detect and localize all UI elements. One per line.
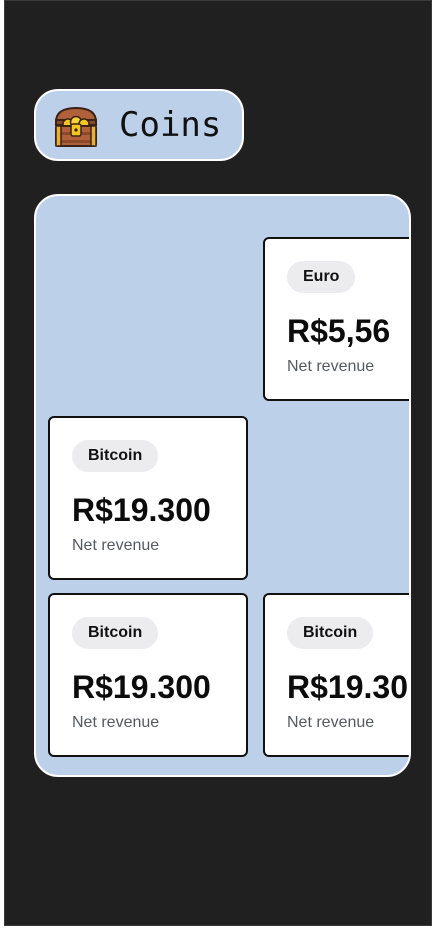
revenue-caption: Net revenue (287, 714, 375, 731)
revenue-caption: Net revenue (72, 537, 160, 554)
coin-card-bitcoin[interactable]: Bitcoin R$19.300 Net revenue (48, 416, 248, 580)
page-title-pill: Coins (34, 89, 244, 161)
currency-badge: Euro (287, 261, 356, 293)
revenue-amount: R$19.300 (287, 669, 409, 705)
revenue-amount: R$5,56 (287, 313, 391, 349)
revenue-caption: Net revenue (72, 714, 160, 731)
coin-card-euro[interactable]: Euro R$5,56 Net revenue (263, 237, 409, 401)
coin-card-bitcoin[interactable]: Bitcoin R$19.300 Net revenue (48, 593, 248, 757)
coin-card-bitcoin[interactable]: Bitcoin R$19.300 Net revenue (263, 593, 409, 757)
revenue-amount: R$19.300 (72, 492, 211, 528)
currency-badge: Bitcoin (72, 617, 159, 649)
revenue-amount: R$19.300 (72, 669, 211, 705)
app-screen: Coins Euro R$5,56 Net revenue Bitcoin R$… (4, 0, 432, 926)
currency-badge: Bitcoin (72, 440, 159, 472)
page-title: Coins (119, 105, 222, 145)
revenue-caption: Net revenue (287, 358, 375, 375)
treasure-chest-icon (54, 106, 98, 147)
coins-panel: Euro R$5,56 Net revenue Bitcoin R$19.300… (34, 194, 411, 777)
currency-badge: Bitcoin (287, 617, 374, 649)
